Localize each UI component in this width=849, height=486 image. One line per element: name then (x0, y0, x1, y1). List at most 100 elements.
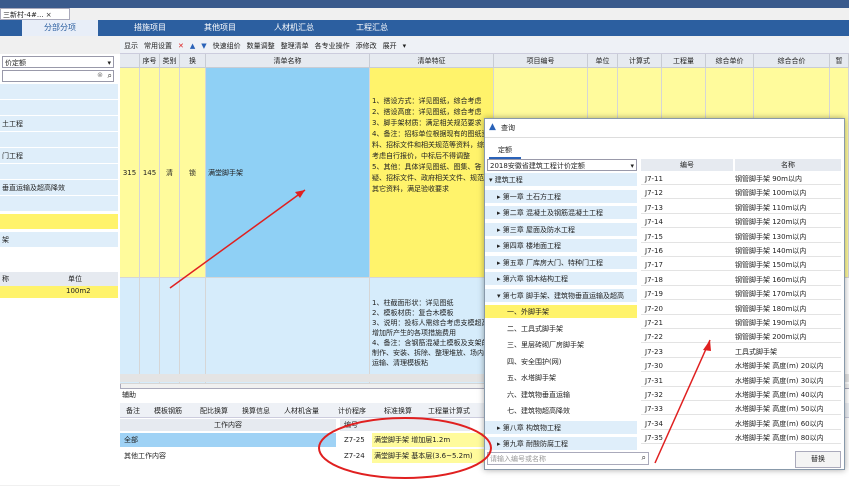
quota-dropdown[interactable]: 价定额 ▾ (2, 56, 114, 68)
result-row[interactable]: J7-35 水塔脚手架 高度(m) 80以内 (641, 432, 841, 445)
tree-item[interactable]: 四、安全围护(网) (485, 354, 637, 369)
result-row[interactable]: J7-14 钢管脚手架 120m以内 (641, 216, 841, 229)
result-row[interactable]: J7-30 水塔脚手架 高度(m) 20以内 (641, 360, 841, 373)
result-row[interactable]: J7-23 工具式脚手架 (641, 346, 841, 358)
cell-category[interactable]: 清 (160, 278, 180, 384)
tree-item[interactable]: 五、水塔脚手架 (485, 371, 637, 385)
left-search-input[interactable]: ⊗ ⌕ (2, 70, 114, 82)
file-tab[interactable]: 三新村-4#... × (0, 8, 70, 20)
result-row[interactable]: J7-33 水塔脚手架 高度(m) 50以内 (641, 403, 841, 416)
result-row[interactable]: J7-34 水塔脚手架 高度(m) 60以内 (641, 418, 841, 430)
col-header[interactable]: 综合合价 (754, 54, 830, 68)
delete-icon[interactable]: ✕ (178, 42, 184, 50)
result-row[interactable]: J7-22 钢管脚手架 200m以内 (641, 331, 841, 344)
tree-item[interactable]: 三、里层砖砌厂房脚手架 (485, 338, 637, 352)
list-item[interactable]: 架 (0, 232, 118, 248)
tree-item[interactable]: 六、建筑物垂直运输 (485, 387, 637, 402)
cell-category[interactable]: 清 (160, 68, 180, 278)
toolbar-qty-adjust[interactable]: 数量调整 (247, 41, 275, 51)
result-row[interactable]: J7-16 钢管脚手架 140m以内 (641, 245, 841, 257)
tab-qita[interactable]: 其他项目 (190, 20, 250, 36)
col-header-code[interactable]: 编号 (340, 419, 470, 431)
toolbar-specialty[interactable]: 各专业操作 (315, 41, 350, 51)
result-row[interactable]: J7-31 水塔脚手架 高度(m) 30以内 (641, 375, 841, 387)
tab-convert-info[interactable]: 换算信息 (242, 406, 270, 416)
col-header[interactable]: 计算式 (618, 54, 662, 68)
tab-fenbu[interactable]: 分部分项 (22, 20, 98, 36)
col-header[interactable]: 综合单价 (706, 54, 754, 68)
result-row[interactable]: J7-17 钢管脚手架 150m以内 (641, 259, 841, 272)
tab-rencaiji[interactable]: 人材机汇总 (262, 20, 326, 36)
work-row-selected[interactable]: 全部 (120, 433, 336, 447)
result-row[interactable]: J7-18 钢管脚手架 160m以内 (641, 274, 841, 286)
result-row[interactable]: J7-13 钢管脚手架 110m以内 (641, 202, 841, 214)
col-header[interactable]: 项目编号 (494, 54, 588, 68)
search-icon[interactable]: ⌕ (108, 71, 112, 81)
result-row[interactable]: J7-19 钢管脚手架 170m以内 (641, 288, 841, 301)
col-header-code[interactable]: 编号 (641, 159, 733, 171)
clear-icon[interactable]: ⊗ (97, 71, 103, 79)
tree-item[interactable]: 二、工具式脚手架 (485, 321, 637, 336)
col-header[interactable]: 工程量 (662, 54, 706, 68)
result-row[interactable]: J7-12 钢管脚手架 100m以内 (641, 187, 841, 200)
result-row[interactable]: J7-32 水塔脚手架 高度(m) 40以内 (641, 389, 841, 401)
result-row[interactable]: J7-15 钢管脚手架 130m以内 (641, 231, 841, 243)
tree-item[interactable]: ▸ 第一章 土石方工程 (485, 189, 637, 204)
row-number[interactable]: 316 (120, 278, 140, 384)
tree-item[interactable]: ▸ 第九章 耐酸防腐工程 (485, 437, 637, 451)
quota-code[interactable]: Z7-24 (340, 449, 370, 463)
cell-seq[interactable]: 146 (140, 278, 160, 384)
tree-item-selected[interactable]: 一、外脚手架 (485, 305, 637, 319)
list-item[interactable] (0, 164, 118, 180)
tab-cuoshi[interactable]: 措施项目 (120, 20, 180, 36)
col-header[interactable]: 清单名称 (206, 54, 370, 68)
col-header[interactable]: 序号 (140, 54, 160, 68)
search-icon[interactable]: ⌕ (642, 453, 646, 463)
toolbar-display[interactable]: 显示 (124, 41, 138, 51)
list-item[interactable]: 土工程 (0, 116, 118, 132)
col-header[interactable]: 换 (180, 54, 206, 68)
quota-name[interactable]: 满堂脚手架 增加层1.2m (372, 433, 492, 447)
tree-item[interactable]: ▾ 建筑工程 (485, 173, 637, 187)
cell-name[interactable]: 异形柱 (206, 278, 370, 384)
chevron-down-icon[interactable]: ▾ (403, 42, 407, 50)
tree-item[interactable]: ▸ 第六章 钢木结构工程 (485, 272, 637, 286)
list-item[interactable] (0, 132, 118, 148)
tab-mix-convert[interactable]: 配比换算 (200, 406, 228, 416)
toolbar-modify[interactable]: 添修改 (356, 41, 377, 51)
work-row[interactable]: 其他工作内容 (120, 449, 336, 463)
row-number[interactable]: 315 (120, 68, 140, 278)
tab-standard-convert[interactable]: 标准换算 (384, 406, 412, 416)
toolbar-tidy-list[interactable]: 整理清单 (281, 41, 309, 51)
tree-item[interactable]: ▸ 第四章 楼地面工程 (485, 239, 637, 253)
result-row[interactable]: J7-21 钢管脚手架 190m以内 (641, 317, 841, 329)
tab-qty-formula[interactable]: 工程量计算式 (428, 406, 470, 416)
replace-button[interactable]: 替换 (795, 451, 841, 468)
tree-item[interactable]: ▸ 第五章 厂库房大门、特种门工程 (485, 255, 637, 270)
toolbar-quick-price[interactable]: 快速组价 (213, 41, 241, 51)
tree-item[interactable]: ▸ 第三章 屋面及防水工程 (485, 222, 637, 237)
quota-name[interactable]: 满堂脚手架 基本层(3.6~5.2m) (372, 449, 492, 463)
tab-quota[interactable]: 定额 (489, 143, 521, 159)
result-row[interactable]: J7-20 钢管脚手架 180m以内 (641, 303, 841, 315)
col-header[interactable]: 类别 (160, 54, 180, 68)
move-down-icon[interactable]: ▼ (201, 42, 206, 50)
left-table-row[interactable]: 100m2 (0, 286, 118, 298)
cell-lock[interactable]: 锁 (180, 278, 206, 384)
tab-remark[interactable]: 备注 (126, 406, 140, 416)
cell-lock[interactable]: 锁 (180, 68, 206, 278)
quota-search-input[interactable]: 请输入编号或名称 ⌕ (487, 452, 649, 465)
tree-item[interactable]: ▸ 第八章 构筑物工程 (485, 420, 637, 435)
col-header-name[interactable]: 名称 (735, 159, 841, 171)
tab-material-content[interactable]: 人材机含量 (284, 406, 319, 416)
move-up-icon[interactable]: ▲ (190, 42, 195, 50)
toolbar-common-settings[interactable]: 常用设置 (144, 41, 172, 51)
list-item-selected[interactable] (0, 214, 118, 230)
cell-features[interactable]: 1、搭设方式：详见图纸，综合考虑 2、搭设高度：详见图纸，综合考虑 3、脚手架材… (370, 68, 494, 278)
quota-library-select[interactable]: 2018安徽省建筑工程计价定额 ▾ (487, 159, 637, 171)
tab-pricing-procedure[interactable]: 计价程序 (338, 406, 366, 416)
tab-template-rebar[interactable]: 模板钢筋 (154, 406, 182, 416)
tree-item[interactable]: ▸ 第二章 混凝土及钢筋混凝土工程 (485, 206, 637, 220)
list-item[interactable] (0, 196, 118, 212)
list-item[interactable]: 门工程 (0, 148, 118, 164)
